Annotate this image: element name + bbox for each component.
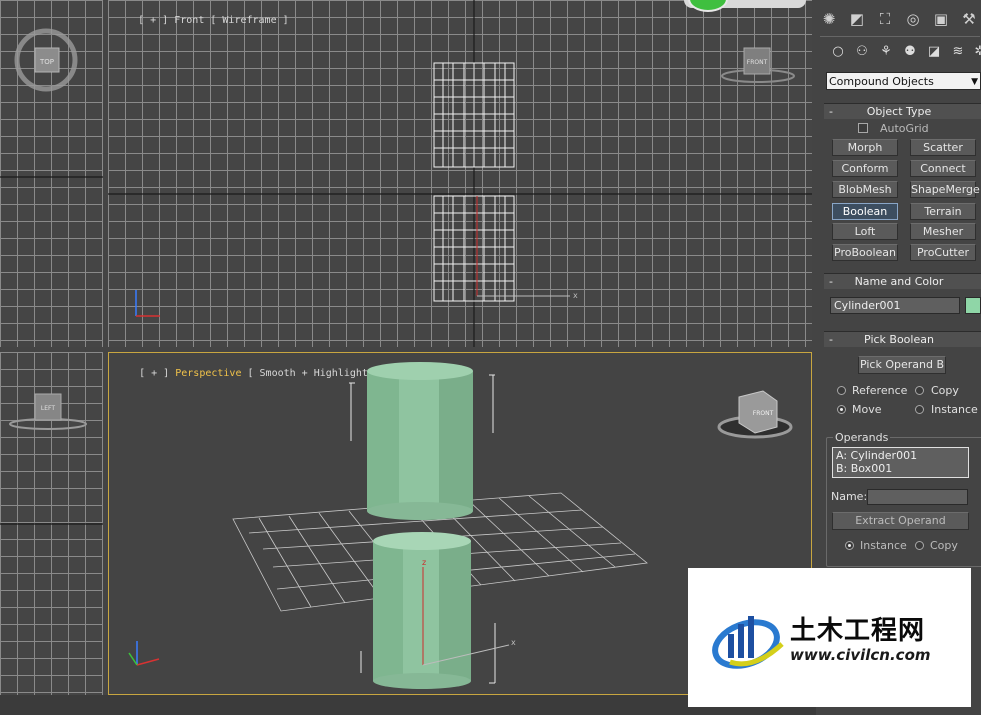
connect-button[interactable]: Connect [910, 160, 976, 177]
gizmo-top-label: TOP [39, 58, 54, 66]
copy-label: Copy [931, 384, 959, 397]
extract-instance-label: Instance [860, 539, 907, 552]
active-tab-highlight [820, 36, 980, 37]
viewcube-persp-icon[interactable]: FRONT [717, 390, 793, 439]
cameras-icon[interactable]: ⚉ [900, 42, 920, 62]
pick-boolean-rollout-header[interactable]: - Pick Boolean [824, 331, 981, 347]
status-indicator-icon [684, 0, 806, 12]
display-tab-icon[interactable]: ▣ [930, 8, 952, 30]
extract-operand-button[interactable]: Extract Operand [832, 512, 969, 530]
loft-button[interactable]: Loft [832, 223, 898, 240]
proboolean-button[interactable]: ProBoolean [832, 244, 898, 261]
cylinder-solid-top[interactable] [367, 362, 473, 520]
geometry-icon[interactable]: ○ [828, 42, 848, 62]
viewcube-top-icon[interactable]: TOP [14, 28, 78, 92]
mesher-button[interactable]: Mesher [910, 223, 976, 240]
object-color-swatch[interactable] [965, 297, 981, 314]
axis-tripod-persp-icon [128, 641, 160, 666]
operand-a-item[interactable]: A: Cylinder001 [836, 449, 965, 462]
shapes-icon[interactable]: ⚇ [852, 42, 872, 62]
watermark-title: 土木工程网 [790, 616, 926, 646]
axis-tripod-icon [135, 290, 160, 317]
scatter-button[interactable]: Scatter [910, 139, 976, 156]
operands-title: Operands [833, 431, 891, 444]
modify-tab-icon[interactable]: ◩ [846, 8, 868, 30]
category-dropdown[interactable]: Compound Objects ▼ [826, 72, 981, 90]
name-and-color-rollout-header[interactable]: - Name and Color [824, 273, 981, 289]
hierarchy-tab-icon[interactable]: ⛶ [874, 8, 896, 30]
extract-instance-radio[interactable] [845, 541, 854, 550]
object-name-field[interactable]: Cylinder001 [830, 297, 960, 314]
lights-icon[interactable]: ⚘ [876, 42, 896, 62]
operand-b-item[interactable]: B: Box001 [836, 462, 965, 475]
create-tab-icon[interactable]: ✺ [818, 8, 840, 30]
viewport-top[interactable]: TOP [0, 0, 103, 347]
viewport-front[interactable]: [ + ] Front [ Wireframe ] x FRONT [108, 0, 812, 347]
cylinder-solid-bottom[interactable] [373, 532, 471, 689]
watermark-url: www.civilcn.com [790, 646, 931, 664]
blobmesh-button[interactable]: BlobMesh [832, 181, 898, 198]
move-radio[interactable] [837, 405, 846, 414]
operand-name-field[interactable] [867, 489, 968, 505]
autogrid-checkbox[interactable] [858, 123, 868, 133]
autogrid-label: AutoGrid [880, 122, 929, 135]
morph-button[interactable]: Morph [832, 139, 898, 156]
utilities-tab-icon[interactable]: ⚒ [958, 8, 980, 30]
move-label: Move [852, 403, 882, 416]
svg-text:z: z [422, 558, 426, 567]
viewcube-left-icon[interactable]: LEFT [9, 393, 87, 430]
extract-copy-label: Copy [930, 539, 958, 552]
instance-radio[interactable] [915, 405, 924, 414]
site-watermark: 土木工程网 www.civilcn.com [688, 568, 971, 707]
pick-operand-b-button[interactable]: Pick Operand B [858, 356, 946, 374]
reference-label: Reference [852, 384, 908, 397]
operands-list[interactable]: A: Cylinder001 B: Box001 [832, 447, 969, 478]
gizmo-front-label: FRONT [747, 59, 768, 66]
viewcube-front-icon[interactable]: FRONT [721, 47, 795, 83]
systems-icon[interactable]: ✲ [970, 42, 981, 62]
conform-button[interactable]: Conform [832, 160, 898, 177]
gizmo-persp-label: FRONT [753, 410, 774, 417]
procutter-button[interactable]: ProCutter [910, 244, 976, 261]
extract-copy-radio[interactable] [915, 541, 924, 550]
operand-name-label: Name: [831, 490, 868, 503]
boolean-button[interactable]: Boolean [832, 203, 898, 220]
svg-text:x: x [573, 291, 578, 300]
copy-radio[interactable] [915, 386, 924, 395]
svg-text:x: x [511, 638, 516, 647]
viewport-left[interactable]: LEFT [0, 352, 103, 695]
cylinder-wireframe-top [433, 62, 515, 168]
object-type-rollout-header[interactable]: - Object Type [824, 103, 981, 119]
motion-tab-icon[interactable]: ◎ [902, 8, 924, 30]
chevron-down-icon: ▼ [971, 77, 978, 87]
terrain-button[interactable]: Terrain [910, 203, 976, 220]
shapemerge-button[interactable]: ShapeMerge [910, 181, 980, 198]
helpers-icon[interactable]: ◪ [924, 42, 944, 62]
instance-label: Instance [931, 403, 978, 416]
spacewarps-icon[interactable]: ≋ [948, 42, 968, 62]
gizmo-left-label: LEFT [41, 405, 55, 412]
reference-radio[interactable] [837, 386, 846, 395]
